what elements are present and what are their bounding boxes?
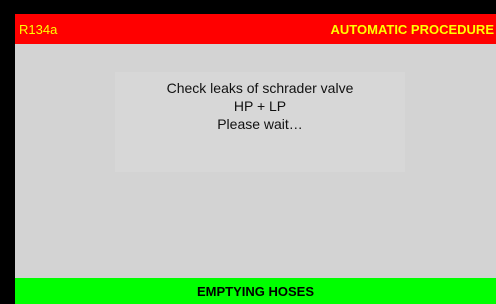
header-bar: R134a AUTOMATIC PROCEDURE bbox=[15, 14, 496, 44]
message-line-check-leaks: Check leaks of schrader valve bbox=[166, 80, 354, 96]
refrigerant-label: R134a bbox=[19, 21, 58, 37]
status-bar: EMPTYING HOSES bbox=[15, 278, 496, 304]
message-line-pressure: HP + LP bbox=[233, 98, 287, 114]
status-label: EMPTYING HOSES bbox=[196, 283, 315, 299]
procedure-mode-label: AUTOMATIC PROCEDURE bbox=[330, 21, 494, 37]
message-panel: Check leaks of schrader valve HP + LP Pl… bbox=[115, 72, 405, 172]
machine-display: R134a AUTOMATIC PROCEDURE Check leaks of… bbox=[15, 14, 496, 304]
message-line-wait: Please wait… bbox=[217, 116, 303, 132]
